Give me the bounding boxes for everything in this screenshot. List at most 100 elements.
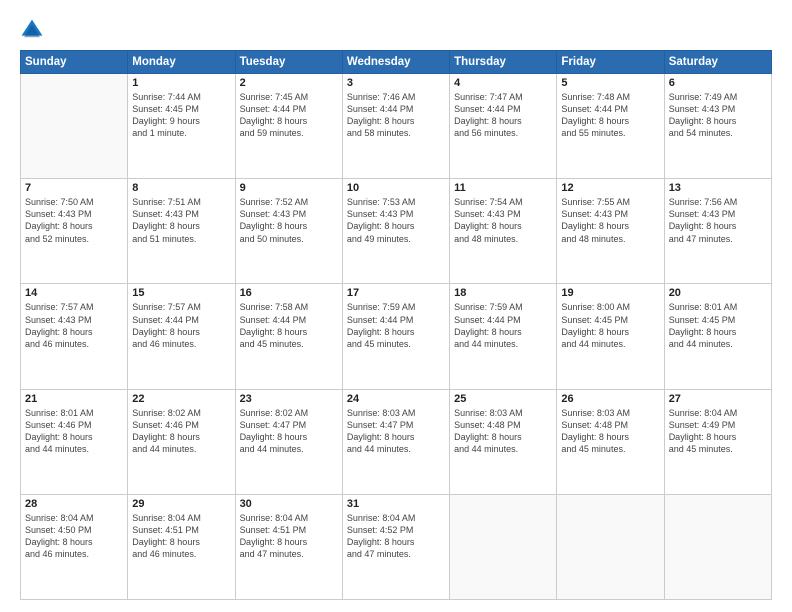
header <box>20 18 772 42</box>
day-number: 21 <box>25 393 123 405</box>
day-info: Sunrise: 8:02 AM Sunset: 4:47 PM Dayligh… <box>240 407 338 456</box>
calendar-cell: 28 Sunrise: 8:04 AM Sunset: 4:50 PM Dayli… <box>21 494 128 599</box>
day-number: 1 <box>132 77 230 89</box>
calendar-cell: 27Sunrise: 8:04 AM Sunset: 4:49 PM Dayli… <box>664 389 771 494</box>
day-info: Sunrise: 8:04 AM Sunset: 4:52 PM Dayligh… <box>347 512 445 561</box>
day-header-thursday: Thursday <box>450 51 557 74</box>
calendar-cell <box>21 74 128 179</box>
day-number: 4 <box>454 77 552 89</box>
day-info: Sunrise: 7:59 AM Sunset: 4:44 PM Dayligh… <box>347 301 445 350</box>
day-number: 30 <box>240 498 338 510</box>
calendar-cell: 30 Sunrise: 8:04 AM Sunset: 4:51 PM Dayli… <box>235 494 342 599</box>
day-number: 11 <box>454 182 552 194</box>
day-info: Sunrise: 8:04 AM Sunset: 4:50 PM Dayligh… <box>25 512 123 561</box>
page: SundayMondayTuesdayWednesdayThursdayFrid… <box>0 0 792 612</box>
calendar-cell <box>450 494 557 599</box>
day-info: Sunrise: 8:03 AM Sunset: 4:48 PM Dayligh… <box>454 407 552 456</box>
day-header-sunday: Sunday <box>21 51 128 74</box>
day-info: Sunrise: 7:59 AM Sunset: 4:44 PM Dayligh… <box>454 301 552 350</box>
day-number: 5 <box>561 77 659 89</box>
day-number: 6 <box>669 77 767 89</box>
day-number: 15 <box>132 287 230 299</box>
day-number: 8 <box>132 182 230 194</box>
day-info: Sunrise: 7:57 AM Sunset: 4:43 PM Dayligh… <box>25 301 123 350</box>
day-info: Sunrise: 7:51 AM Sunset: 4:43 PM Dayligh… <box>132 196 230 245</box>
calendar-cell: 13 Sunrise: 7:56 AM Sunset: 4:43 PM Dayli… <box>664 179 771 284</box>
calendar-cell: 15 Sunrise: 7:57 AM Sunset: 4:44 PM Dayli… <box>128 284 235 389</box>
calendar-cell: 22 Sunrise: 8:02 AM Sunset: 4:46 PM Dayli… <box>128 389 235 494</box>
day-number: 19 <box>561 287 659 299</box>
day-number: 31 <box>347 498 445 510</box>
calendar-cell: 18 Sunrise: 7:59 AM Sunset: 4:44 PM Dayli… <box>450 284 557 389</box>
day-info: Sunrise: 8:03 AM Sunset: 4:48 PM Dayligh… <box>561 407 659 456</box>
calendar-week-row: 14 Sunrise: 7:57 AM Sunset: 4:43 PM Dayli… <box>21 284 772 389</box>
day-number: 17 <box>347 287 445 299</box>
day-info: Sunrise: 7:45 AM Sunset: 4:44 PM Dayligh… <box>240 91 338 140</box>
day-number: 13 <box>669 182 767 194</box>
day-number: 10 <box>347 182 445 194</box>
day-header-wednesday: Wednesday <box>342 51 449 74</box>
calendar-cell: 11 Sunrise: 7:54 AM Sunset: 4:43 PM Dayli… <box>450 179 557 284</box>
day-info: Sunrise: 8:01 AM Sunset: 4:45 PM Dayligh… <box>669 301 767 350</box>
calendar-week-row: 7Sunrise: 7:50 AM Sunset: 4:43 PM Daylig… <box>21 179 772 284</box>
calendar-cell: 1 Sunrise: 7:44 AM Sunset: 4:45 PM Daylig… <box>128 74 235 179</box>
day-number: 29 <box>132 498 230 510</box>
calendar-week-row: 28 Sunrise: 8:04 AM Sunset: 4:50 PM Dayli… <box>21 494 772 599</box>
day-info: Sunrise: 7:46 AM Sunset: 4:44 PM Dayligh… <box>347 91 445 140</box>
day-info: Sunrise: 7:55 AM Sunset: 4:43 PM Dayligh… <box>561 196 659 245</box>
day-header-tuesday: Tuesday <box>235 51 342 74</box>
calendar-cell: 10Sunrise: 7:53 AM Sunset: 4:43 PM Dayli… <box>342 179 449 284</box>
calendar-cell: 19Sunrise: 8:00 AM Sunset: 4:45 PM Dayli… <box>557 284 664 389</box>
calendar-cell: 26 Sunrise: 8:03 AM Sunset: 4:48 PM Dayli… <box>557 389 664 494</box>
calendar-header-row: SundayMondayTuesdayWednesdayThursdayFrid… <box>21 51 772 74</box>
day-info: Sunrise: 7:54 AM Sunset: 4:43 PM Dayligh… <box>454 196 552 245</box>
day-number: 7 <box>25 182 123 194</box>
calendar-table: SundayMondayTuesdayWednesdayThursdayFrid… <box>20 50 772 600</box>
day-number: 14 <box>25 287 123 299</box>
logo <box>20 18 48 42</box>
day-info: Sunrise: 7:58 AM Sunset: 4:44 PM Dayligh… <box>240 301 338 350</box>
day-header-friday: Friday <box>557 51 664 74</box>
day-number: 2 <box>240 77 338 89</box>
calendar-cell <box>664 494 771 599</box>
calendar-cell: 7Sunrise: 7:50 AM Sunset: 4:43 PM Daylig… <box>21 179 128 284</box>
calendar-cell: 14 Sunrise: 7:57 AM Sunset: 4:43 PM Dayli… <box>21 284 128 389</box>
calendar-cell: 4Sunrise: 7:47 AM Sunset: 4:44 PM Daylig… <box>450 74 557 179</box>
day-number: 18 <box>454 287 552 299</box>
day-header-monday: Monday <box>128 51 235 74</box>
day-number: 3 <box>347 77 445 89</box>
day-info: Sunrise: 8:02 AM Sunset: 4:46 PM Dayligh… <box>132 407 230 456</box>
calendar-cell: 6 Sunrise: 7:49 AM Sunset: 4:43 PM Daylig… <box>664 74 771 179</box>
day-number: 9 <box>240 182 338 194</box>
calendar-cell: 29 Sunrise: 8:04 AM Sunset: 4:51 PM Dayli… <box>128 494 235 599</box>
day-number: 12 <box>561 182 659 194</box>
calendar-cell: 31 Sunrise: 8:04 AM Sunset: 4:52 PM Dayli… <box>342 494 449 599</box>
calendar-cell: 24 Sunrise: 8:03 AM Sunset: 4:47 PM Dayli… <box>342 389 449 494</box>
day-number: 26 <box>561 393 659 405</box>
day-number: 22 <box>132 393 230 405</box>
day-number: 28 <box>25 498 123 510</box>
day-info: Sunrise: 8:01 AM Sunset: 4:46 PM Dayligh… <box>25 407 123 456</box>
day-info: Sunrise: 7:49 AM Sunset: 4:43 PM Dayligh… <box>669 91 767 140</box>
calendar-cell: 12 Sunrise: 7:55 AM Sunset: 4:43 PM Dayli… <box>557 179 664 284</box>
calendar-cell: 3 Sunrise: 7:46 AM Sunset: 4:44 PM Daylig… <box>342 74 449 179</box>
day-number: 16 <box>240 287 338 299</box>
calendar-cell: 21 Sunrise: 8:01 AM Sunset: 4:46 PM Dayli… <box>21 389 128 494</box>
day-number: 27 <box>669 393 767 405</box>
day-info: Sunrise: 7:56 AM Sunset: 4:43 PM Dayligh… <box>669 196 767 245</box>
calendar-cell: 2 Sunrise: 7:45 AM Sunset: 4:44 PM Daylig… <box>235 74 342 179</box>
calendar-week-row: 21 Sunrise: 8:01 AM Sunset: 4:46 PM Dayli… <box>21 389 772 494</box>
day-number: 24 <box>347 393 445 405</box>
calendar-cell: 9 Sunrise: 7:52 AM Sunset: 4:43 PM Daylig… <box>235 179 342 284</box>
day-info: Sunrise: 8:03 AM Sunset: 4:47 PM Dayligh… <box>347 407 445 456</box>
day-number: 25 <box>454 393 552 405</box>
day-number: 20 <box>669 287 767 299</box>
day-number: 23 <box>240 393 338 405</box>
day-info: Sunrise: 8:04 AM Sunset: 4:51 PM Dayligh… <box>132 512 230 561</box>
day-info: Sunrise: 7:57 AM Sunset: 4:44 PM Dayligh… <box>132 301 230 350</box>
calendar-week-row: 1 Sunrise: 7:44 AM Sunset: 4:45 PM Daylig… <box>21 74 772 179</box>
day-info: Sunrise: 7:44 AM Sunset: 4:45 PM Dayligh… <box>132 91 230 140</box>
day-info: Sunrise: 8:04 AM Sunset: 4:51 PM Dayligh… <box>240 512 338 561</box>
calendar-cell: 8 Sunrise: 7:51 AM Sunset: 4:43 PM Daylig… <box>128 179 235 284</box>
day-info: Sunrise: 7:52 AM Sunset: 4:43 PM Dayligh… <box>240 196 338 245</box>
